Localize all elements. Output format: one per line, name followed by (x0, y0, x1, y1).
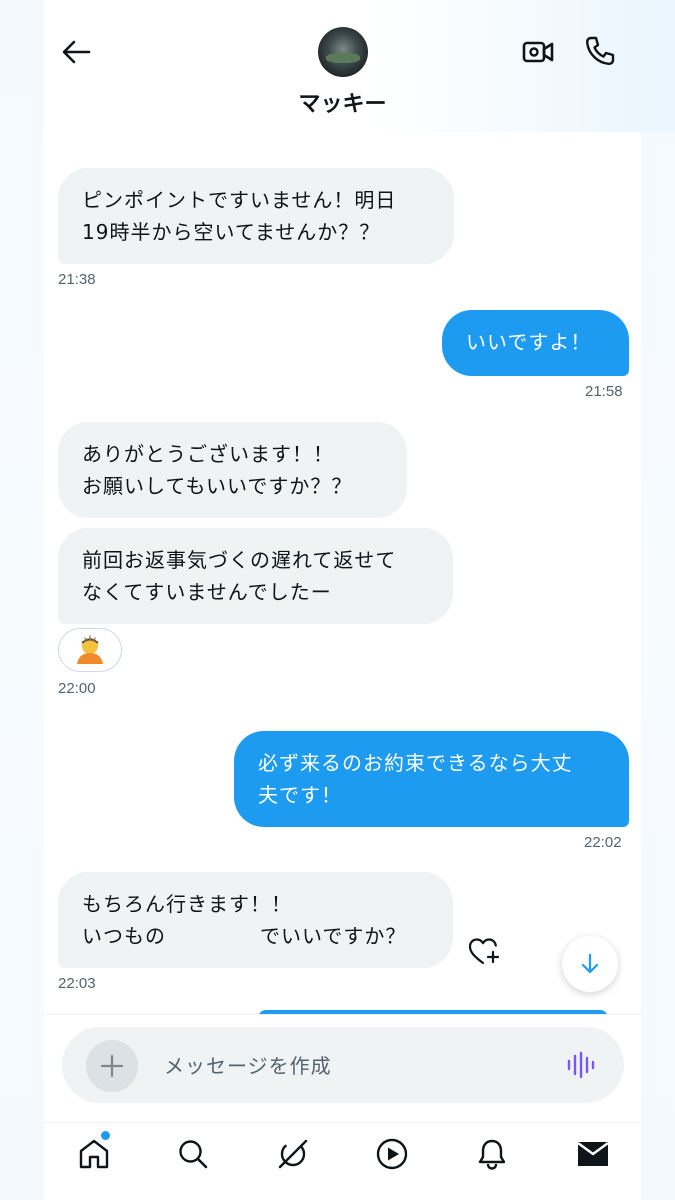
right-background-margin (641, 0, 675, 1200)
audio-call-button[interactable] (582, 33, 618, 69)
react-button[interactable] (466, 934, 502, 968)
video-camera-icon (522, 41, 554, 63)
tab-search[interactable] (173, 1134, 213, 1174)
tab-home[interactable] (74, 1134, 114, 1174)
contact-name[interactable]: マッキー (200, 86, 485, 118)
mail-icon (577, 1142, 609, 1166)
back-button[interactable] (56, 32, 96, 72)
incoming-message[interactable]: もちろん行きます！！ いつもの でいいですか？ (58, 872, 453, 968)
message-timestamp: 22:00 (58, 680, 96, 697)
bell-icon (478, 1139, 506, 1170)
voice-message-button[interactable] (563, 1048, 599, 1082)
add-attachment-button[interactable] (86, 1040, 138, 1092)
tab-video[interactable] (372, 1134, 412, 1174)
voice-waveform-icon (567, 1051, 595, 1079)
grok-icon (278, 1139, 308, 1169)
incoming-message[interactable]: 前回お返事気づくの遅れて返せて なくてすいませんでしたー (58, 528, 453, 624)
outgoing-message[interactable]: 必ず来るのお約束できるなら大丈 夫です！ (234, 731, 629, 827)
tab-messages[interactable] (573, 1134, 613, 1174)
tab-grok[interactable] (273, 1134, 313, 1174)
scroll-to-bottom-button[interactable] (562, 936, 618, 992)
outgoing-message[interactable]: いいですよ！ (442, 310, 629, 376)
tab-notifications[interactable] (472, 1134, 512, 1174)
message-timestamp: 22:03 (58, 975, 96, 992)
incoming-message[interactable]: ピンポイントですいません！明日 19時半から空いてませんか？？ (58, 168, 454, 264)
arrow-left-icon (62, 40, 91, 64)
home-icon (79, 1139, 109, 1169)
emoji-message[interactable] (58, 628, 122, 672)
conversation-header: マッキー (0, 0, 675, 132)
message-timestamp: 21:38 (58, 271, 96, 288)
arrow-down-icon (581, 953, 599, 974)
contact-avatar[interactable] (318, 27, 368, 77)
message-timestamp: 21:58 (585, 383, 623, 400)
notification-dot (101, 1131, 110, 1140)
message-line: もちろん行きます！！ (82, 892, 292, 916)
incoming-message[interactable]: ありがとうございます！！ お願いしてもいいですか？？ (58, 422, 407, 518)
message-line: いつもの (82, 924, 166, 948)
video-call-button[interactable] (520, 34, 556, 70)
phone-icon (585, 36, 615, 66)
bowing-person-emoji (77, 635, 103, 664)
message-timestamp: 22:02 (584, 834, 622, 851)
bottom-tab-bar (44, 1122, 641, 1200)
heart-plus-icon (468, 938, 500, 965)
search-icon (179, 1140, 208, 1169)
message-line: でいいですか？ (260, 924, 407, 948)
plus-icon (100, 1054, 124, 1078)
message-input[interactable]: メッセージを作成 (164, 1050, 524, 1080)
play-icon (376, 1138, 408, 1170)
left-background-margin (0, 0, 44, 1200)
